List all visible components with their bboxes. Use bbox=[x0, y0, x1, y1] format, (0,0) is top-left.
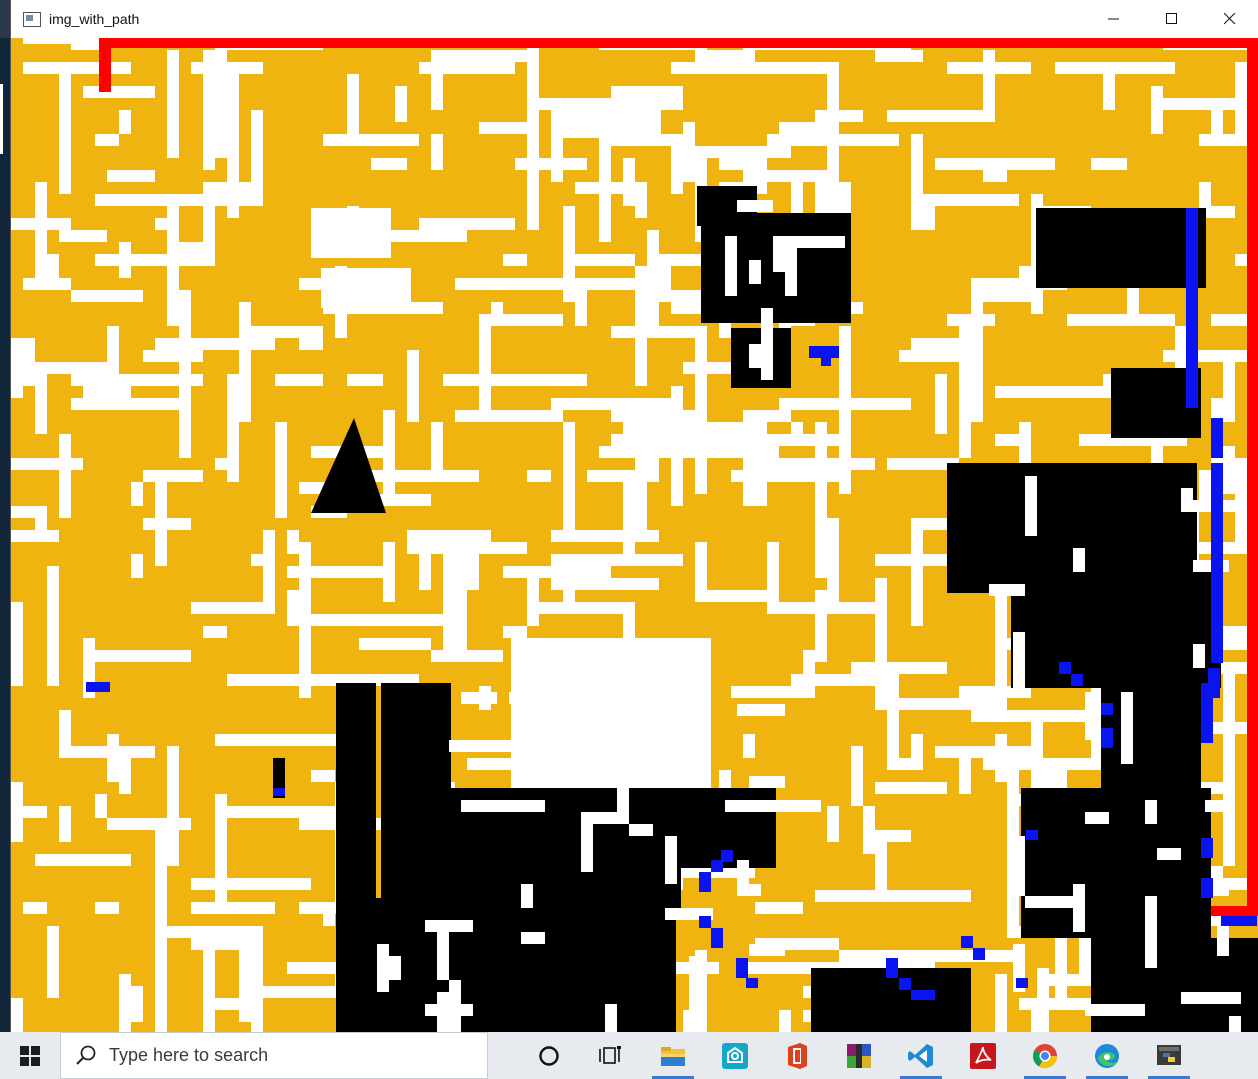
maze-canvas bbox=[11, 38, 1258, 1032]
frontier-cell bbox=[973, 948, 985, 960]
winrar-icon[interactable] bbox=[828, 1032, 890, 1079]
frontier-cell bbox=[1211, 463, 1223, 663]
background-window-edge bbox=[0, 38, 10, 1032]
vscode-icon[interactable] bbox=[890, 1032, 952, 1079]
frontier-cell bbox=[86, 682, 110, 692]
frontier-cell bbox=[699, 872, 711, 892]
office-icon[interactable] bbox=[766, 1032, 828, 1079]
app-window: img_with_path bbox=[10, 0, 1258, 1032]
frontier-cell bbox=[886, 958, 898, 978]
frontier-cell bbox=[1059, 662, 1071, 674]
frontier-cell bbox=[1016, 978, 1028, 988]
frontier-cell bbox=[1201, 878, 1213, 898]
window-controls bbox=[1085, 0, 1258, 38]
frontier-cell bbox=[899, 978, 911, 990]
frontier-cell bbox=[961, 936, 973, 948]
solution-path-segment bbox=[1211, 906, 1258, 916]
window-title: img_with_path bbox=[49, 11, 140, 27]
frontier-cell bbox=[1071, 674, 1083, 686]
task-view-icon[interactable] bbox=[580, 1032, 642, 1079]
window-app-icon bbox=[23, 11, 41, 27]
frontier-cell bbox=[821, 356, 831, 366]
frontier-cell bbox=[711, 928, 723, 948]
frontier-cell bbox=[1221, 916, 1257, 926]
solution-path-segment bbox=[99, 38, 1249, 48]
maximize-button[interactable] bbox=[1143, 0, 1201, 38]
frontier-cell bbox=[711, 860, 723, 872]
maximize-icon bbox=[1166, 13, 1177, 24]
frontier-cell bbox=[1211, 418, 1223, 458]
python-icon[interactable] bbox=[1138, 1032, 1200, 1079]
frontier-cell bbox=[1201, 838, 1213, 858]
close-icon bbox=[1224, 13, 1236, 25]
solution-path-segment bbox=[1247, 38, 1258, 916]
title-bar[interactable]: img_with_path bbox=[11, 0, 1258, 38]
frontier-cell bbox=[699, 916, 711, 928]
acrobat-icon[interactable] bbox=[952, 1032, 1014, 1079]
frontier-cell bbox=[911, 990, 935, 1000]
file-explorer-icon[interactable] bbox=[642, 1032, 704, 1079]
frontier-cell bbox=[273, 788, 285, 796]
solution-path-segment bbox=[99, 44, 111, 92]
frontier-cell bbox=[1101, 703, 1113, 715]
frontier-cell bbox=[1201, 683, 1213, 743]
taskbar: Type here to search bbox=[0, 1032, 1258, 1079]
edge-icon[interactable] bbox=[1076, 1032, 1138, 1079]
cortana-icon[interactable] bbox=[518, 1032, 580, 1079]
frontier-cell bbox=[1186, 208, 1198, 408]
app-store-icon[interactable] bbox=[704, 1032, 766, 1079]
search-box[interactable]: Type here to search bbox=[60, 1032, 488, 1079]
chrome-icon[interactable] bbox=[1014, 1032, 1076, 1079]
close-button[interactable] bbox=[1201, 0, 1258, 38]
frontier-cell bbox=[1101, 728, 1113, 748]
search-placeholder: Type here to search bbox=[109, 1045, 269, 1065]
frontier-cell bbox=[1026, 830, 1038, 840]
frontier-cell bbox=[746, 978, 758, 988]
start-button[interactable] bbox=[0, 1032, 60, 1079]
frontier-cell bbox=[736, 958, 748, 978]
maze-image bbox=[11, 38, 1258, 1032]
minimize-button[interactable] bbox=[1085, 0, 1143, 38]
minimize-icon bbox=[1108, 18, 1119, 20]
windows-logo-icon bbox=[20, 1045, 40, 1066]
search-icon bbox=[76, 1045, 96, 1065]
